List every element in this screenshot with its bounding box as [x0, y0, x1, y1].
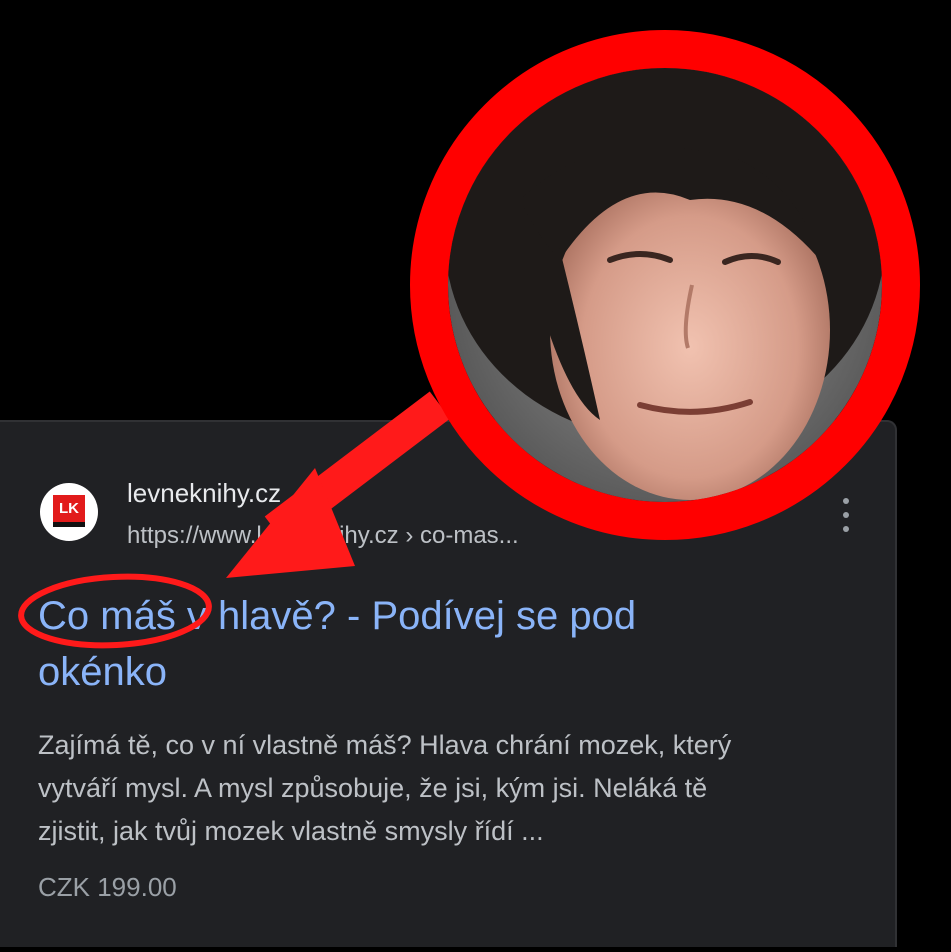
red-ellipse-highlight [18, 573, 212, 649]
annotation-overlay [18, 30, 920, 649]
red-arrow [226, 391, 451, 578]
